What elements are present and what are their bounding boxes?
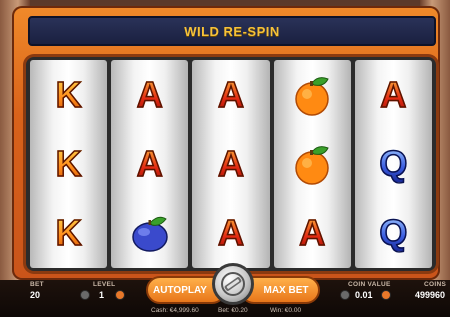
coins-label: COINS xyxy=(424,281,447,288)
q-symbol-icon: Q xyxy=(367,138,419,190)
coin-value-increase-button[interactable] xyxy=(381,290,391,300)
k-symbol-icon: K xyxy=(43,69,95,121)
reel-4: A xyxy=(273,60,351,268)
k-symbol-icon: K xyxy=(43,207,95,259)
autoplay-label: AUTOPLAY xyxy=(153,284,207,296)
symbol-letter: A xyxy=(217,73,245,115)
symbol-letter: A xyxy=(136,142,164,184)
reels-area: KKKAAAAAAAQQ xyxy=(30,60,433,268)
win-text: Win: €0.00 xyxy=(270,307,302,314)
symbol-letter: A xyxy=(298,212,326,254)
reel-3: AAA xyxy=(192,60,270,268)
level-increase-button[interactable] xyxy=(115,290,125,300)
k-symbol-icon: K xyxy=(43,138,95,190)
bet-text: Bet: €0.20 xyxy=(218,307,248,314)
symbol-letter: K xyxy=(55,212,83,254)
coin-value-value: 0.01 xyxy=(355,290,373,300)
bet-value: 20 xyxy=(30,290,41,300)
cash-text: Cash: €4,999.60 xyxy=(151,307,199,314)
level-decrease-button[interactable] xyxy=(80,290,90,300)
a-symbol-icon: A xyxy=(205,138,257,190)
plum-icon xyxy=(124,207,176,259)
a-symbol-icon: A xyxy=(124,138,176,190)
a-symbol-icon: A xyxy=(367,69,419,121)
symbol-letter: A xyxy=(380,73,408,115)
symbol-letter: A xyxy=(217,142,245,184)
coin-value-decrease-button[interactable] xyxy=(340,290,350,300)
spin-button[interactable] xyxy=(212,263,254,305)
coins-value: 499960 xyxy=(415,290,446,300)
max-bet-label: MAX BET xyxy=(263,284,309,296)
a-symbol-icon: A xyxy=(286,207,338,259)
a-symbol-icon: A xyxy=(124,69,176,121)
level-label: LEVEL xyxy=(93,281,116,288)
reel-2: AA xyxy=(111,60,189,268)
message-banner: WILD RE-SPIN xyxy=(28,16,436,46)
symbol-letter: A xyxy=(136,73,164,115)
symbol-letter: Q xyxy=(379,212,409,254)
q-symbol-icon: Q xyxy=(367,207,419,259)
a-symbol-icon: A xyxy=(205,207,257,259)
symbol-letter: K xyxy=(55,142,83,184)
symbol-letter: Q xyxy=(379,142,409,184)
level-value: 1 xyxy=(99,290,105,300)
coin-value-label: COIN VALUE xyxy=(348,281,391,288)
bet-label: BET xyxy=(30,281,44,288)
orange-fruit-icon xyxy=(286,69,338,121)
orange-fruit-icon xyxy=(286,138,338,190)
reel-1: KKK xyxy=(30,60,108,268)
reel-5: AQQ xyxy=(354,60,433,268)
spin-arrows-icon xyxy=(221,272,245,296)
symbol-letter: A xyxy=(217,212,245,254)
a-symbol-icon: A xyxy=(205,69,257,121)
banner-title: WILD RE-SPIN xyxy=(184,23,280,39)
symbol-letter: K xyxy=(55,73,83,115)
